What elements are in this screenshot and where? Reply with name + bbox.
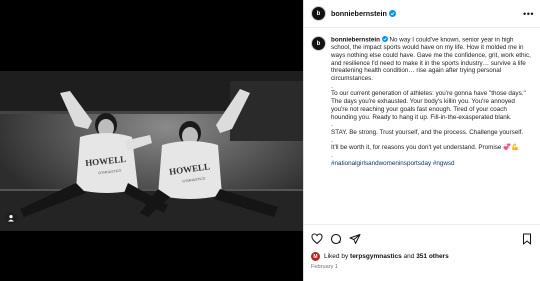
verified-icon <box>381 36 388 42</box>
tag-user-button[interactable] <box>5 212 17 224</box>
post-date[interactable]: February 1 <box>304 261 540 270</box>
caption-avatar[interactable]: b <box>311 36 326 51</box>
caption-paragraph-4: It'll be worth it, for reasons you don't… <box>331 144 502 152</box>
caption-paragraph-1: No way I could've known, senior year in … <box>331 36 531 83</box>
caption-emoji: 💞💪 <box>503 144 519 152</box>
post-actions: M Liked by terpsgymnastics and 351 other… <box>304 224 540 281</box>
first-liker[interactable]: terpsgymnastics <box>350 253 402 260</box>
likes-others[interactable]: 351 others <box>416 253 449 260</box>
caption-username[interactable]: bonniebernstein <box>331 37 380 44</box>
verified-icon <box>388 10 396 17</box>
caption-paragraph-2: To our current generation of athletes: y… <box>331 90 526 121</box>
post-header: b bonniebernstein ••• <box>304 0 540 28</box>
post-modal: HOWELL GYMNASTICS HOWELL GYMNASTICS b bo… <box>0 0 540 281</box>
post-details-panel: b bonniebernstein ••• b bonniebernstein … <box>303 0 540 281</box>
comment-icon[interactable] <box>330 233 342 245</box>
share-icon[interactable] <box>349 233 361 245</box>
caption-dot: . <box>331 152 333 160</box>
gymnasts-photo: HOWELL GYMNASTICS HOWELL GYMNASTICS <box>0 71 303 231</box>
post-media: HOWELL GYMNASTICS HOWELL GYMNASTICS <box>0 0 303 281</box>
caption-section: b bonniebernstein No way I could've know… <box>304 28 540 224</box>
heart-icon[interactable] <box>311 233 323 245</box>
tag-user-icon <box>8 215 14 222</box>
action-icons <box>304 225 540 247</box>
more-options-button[interactable]: ••• <box>523 9 534 19</box>
likes-and: and <box>403 253 415 260</box>
caption-dot: . <box>331 121 333 129</box>
header-username[interactable]: bonniebernstein <box>331 9 387 18</box>
caption-text: bonniebernstein No way I could've known,… <box>331 36 533 224</box>
caption-dot: . <box>331 82 333 90</box>
likes-summary: M Liked by terpsgymnastics and 351 other… <box>304 247 540 261</box>
liker-avatar[interactable]: M <box>311 252 320 261</box>
caption-paragraph-3: STAY. Be strong. Trust yourself, and the… <box>331 128 524 136</box>
likes-prefix: Liked by <box>324 253 349 260</box>
post-photo[interactable]: HOWELL GYMNASTICS HOWELL GYMNASTICS <box>0 71 303 231</box>
avatar[interactable]: b <box>311 6 326 21</box>
caption-hashtags[interactable]: #nationalgirlsandwomeninsportsday #ngwsd <box>331 160 533 168</box>
bookmark-icon[interactable] <box>521 233 533 245</box>
